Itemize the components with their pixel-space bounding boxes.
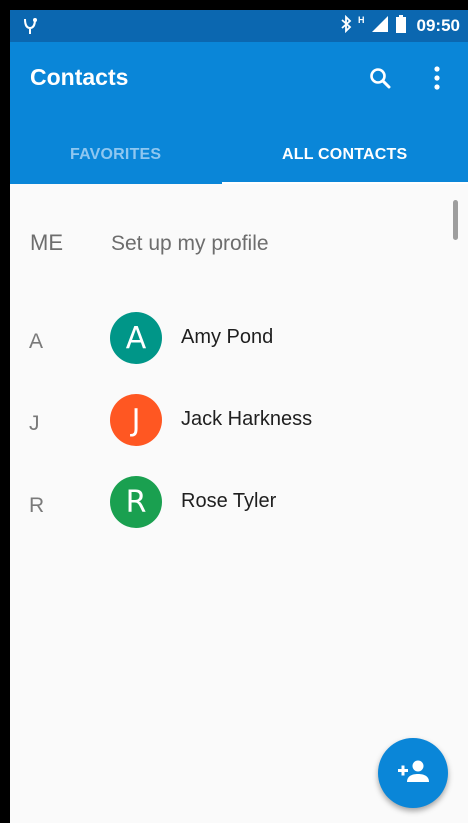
add-contact-button[interactable] [378, 738, 448, 808]
search-icon [368, 66, 392, 95]
tab-favorites[interactable]: FAVORITES [70, 146, 161, 164]
tab-all-contacts[interactable]: ALL CONTACTS [282, 146, 407, 164]
bluetooth-icon [340, 14, 352, 38]
section-letter: R [29, 494, 45, 517]
page-title: Contacts [30, 64, 129, 90]
section-letter: A [29, 330, 44, 353]
list-item[interactable]: R R Rose Tyler [10, 476, 440, 536]
scrollbar[interactable] [453, 200, 458, 240]
contact-name: Rose Tyler [181, 490, 277, 512]
list-item[interactable]: A A Amy Pond [10, 312, 440, 372]
signal-icon [371, 15, 389, 38]
notification-icon [20, 16, 40, 36]
phone-screen: H 09:50 Contacts FAVORITES ALL CONTACTS … [10, 10, 468, 823]
setup-profile-label: Set up my profile [111, 232, 269, 255]
app-bar: Contacts FAVORITES ALL CONTACTS [10, 42, 468, 185]
list-item[interactable]: J J Jack Harkness [10, 394, 440, 454]
section-letter: J [29, 412, 40, 435]
contact-name: Jack Harkness [181, 408, 313, 430]
add-person-icon [396, 759, 430, 788]
avatar: A [110, 312, 162, 364]
more-vert-icon [433, 65, 441, 96]
search-button[interactable] [362, 62, 398, 98]
contact-name: Amy Pond [181, 326, 274, 348]
network-type: H [358, 15, 365, 25]
status-icons: H 09:50 [340, 10, 460, 42]
avatar: J [110, 394, 162, 446]
status-bar: H 09:50 [10, 10, 468, 42]
overflow-menu-button[interactable] [422, 62, 452, 98]
section-header-me: ME [30, 230, 63, 255]
status-time: 09:50 [416, 16, 460, 35]
battery-icon [395, 14, 407, 39]
avatar: R [110, 476, 162, 528]
profile-row[interactable]: ME Set up my profile [10, 230, 430, 270]
contacts-list[interactable]: ME Set up my profile A A Amy Pond J J Ja… [10, 184, 468, 823]
